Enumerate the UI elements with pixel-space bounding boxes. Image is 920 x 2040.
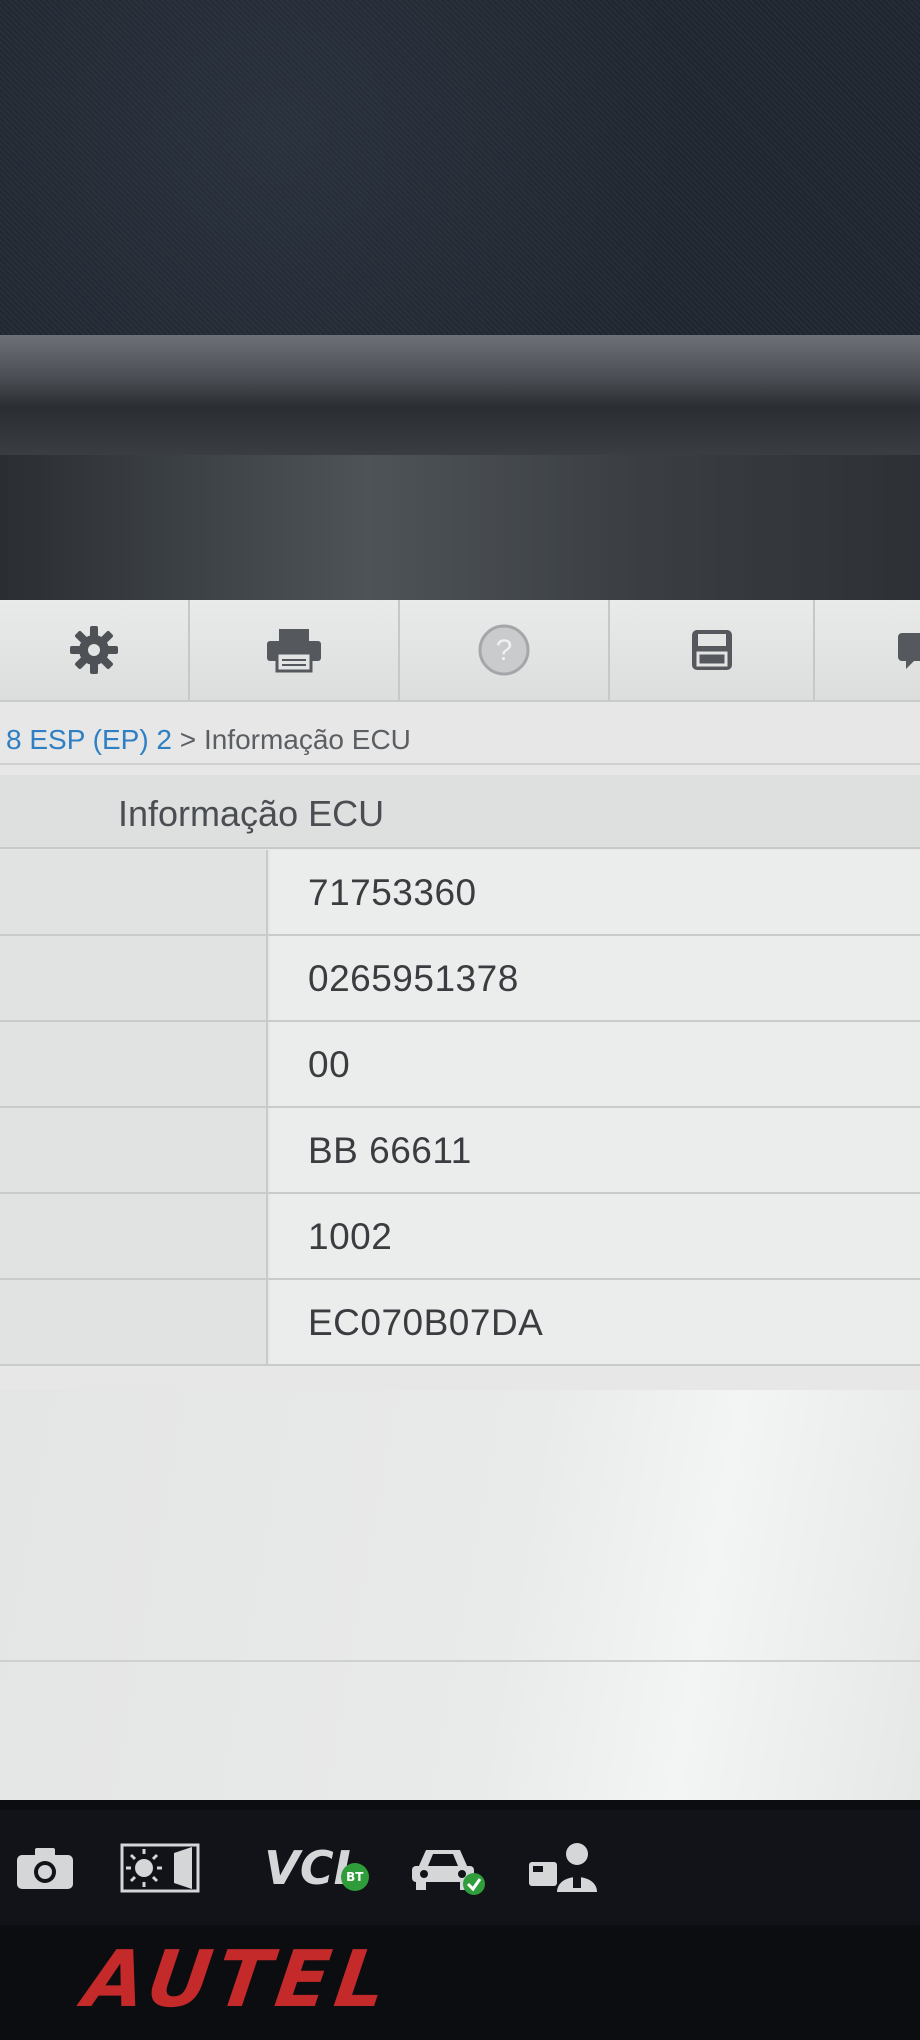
camera-icon [15, 1845, 75, 1891]
printer-icon [265, 627, 323, 673]
vci-button[interactable]: VCI BT [230, 1828, 385, 1908]
display-settings-button[interactable] [90, 1828, 230, 1908]
row-value-cell: 71753360 [270, 850, 920, 934]
row-value: 0265951378 [308, 958, 519, 999]
user-service-button[interactable] [510, 1828, 620, 1908]
ecu-info-table: 71753360 0265951378 00 BB 66611 1002 EC0… [0, 850, 920, 1366]
row-value-cell: 1002 [270, 1194, 920, 1278]
table-header-title: Informação ECU [118, 793, 385, 834]
empty-content-area [0, 1390, 920, 1805]
row-label-cell [0, 1108, 268, 1192]
row-value: 1002 [308, 1216, 393, 1257]
row-value: 00 [308, 1044, 351, 1085]
toolbar: ? [0, 600, 920, 702]
vci-label: VCI [264, 1840, 351, 1895]
system-taskbar: VCI BT [0, 1810, 920, 1925]
breadcrumb-link-esp[interactable]: 8 ESP (EP) 2 [6, 724, 172, 755]
vehicle-button[interactable] [385, 1828, 510, 1908]
screen-glare [0, 455, 920, 600]
device-bezel-top [0, 335, 920, 455]
table-row: 00 [0, 1022, 920, 1108]
row-value-cell: 0265951378 [270, 936, 920, 1020]
row-label-cell [0, 850, 268, 934]
autel-logo: AUTEL [78, 1935, 398, 2025]
background-fabric [0, 0, 920, 340]
breadcrumb-separator: > [179, 724, 197, 755]
settings-button[interactable] [0, 600, 190, 700]
row-value-cell: BB 66611 [270, 1108, 920, 1192]
table-header: Informação ECU [0, 775, 920, 849]
save-button[interactable] [610, 600, 815, 700]
print-button[interactable] [190, 600, 400, 700]
bluetooth-badge: BT [340, 1862, 369, 1891]
table-row: 1002 [0, 1194, 920, 1280]
gear-icon [68, 624, 120, 676]
row-value-cell: EC070B07DA [270, 1280, 920, 1364]
help-icon: ? [477, 623, 531, 677]
message-button[interactable] [815, 600, 920, 700]
breadcrumb-current: Informação ECU [203, 724, 411, 755]
row-value: BB 66611 [308, 1130, 472, 1171]
message-icon [896, 627, 920, 673]
vehicle-icon [408, 1840, 488, 1896]
screenshot-button[interactable] [0, 1828, 90, 1908]
row-label-cell [0, 1194, 268, 1278]
brightness-icon [120, 1843, 200, 1893]
save-icon [689, 627, 735, 673]
table-row: 0265951378 [0, 936, 920, 1022]
row-label-cell [0, 1022, 268, 1106]
help-button[interactable]: ? [400, 600, 610, 700]
table-row: EC070B07DA [0, 1280, 920, 1366]
row-label-cell [0, 1280, 268, 1364]
row-label-cell [0, 936, 268, 1020]
photo-frame: ? 8 ESP (EP) 2 > Informação ECU Informaç… [0, 0, 920, 2040]
row-value: 71753360 [308, 872, 477, 913]
row-value-cell: 00 [270, 1022, 920, 1106]
table-row: BB 66611 [0, 1108, 920, 1194]
divider [0, 1660, 920, 1662]
svg-text:?: ? [496, 634, 513, 667]
user-service-icon [525, 1840, 605, 1896]
vci-icon: VCI BT [264, 1840, 369, 1895]
breadcrumb: 8 ESP (EP) 2 > Informação ECU [0, 715, 920, 765]
device-screen: ? 8 ESP (EP) 2 > Informação ECU Informaç… [0, 600, 920, 1805]
table-row: 71753360 [0, 850, 920, 936]
row-value: EC070B07DA [308, 1302, 544, 1343]
